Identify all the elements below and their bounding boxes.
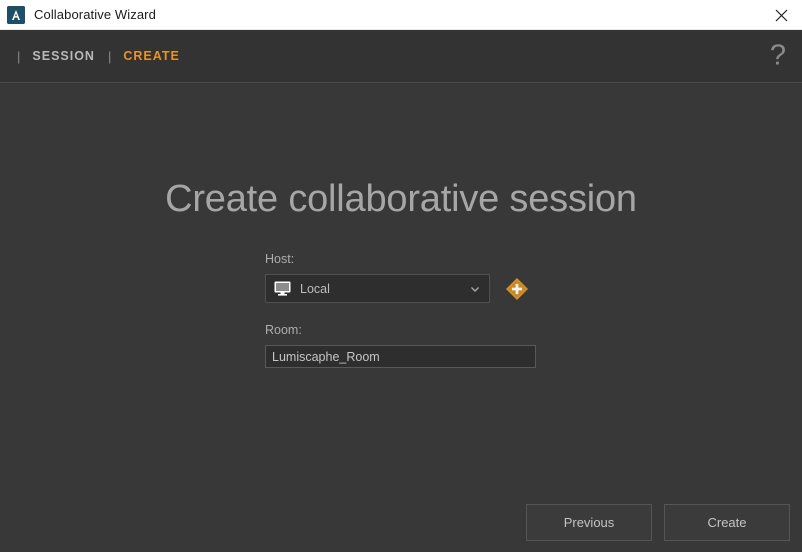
create-session-form: Host: Local Room: Lumiscaphe_Room — [265, 252, 555, 368]
add-host-button[interactable] — [505, 277, 529, 301]
host-field-group: Host: Local — [265, 252, 555, 303]
breadcrumb: | SESSION | CREATE — [0, 49, 180, 64]
footer-actions: Previous Create — [526, 504, 790, 541]
breadcrumb-item-session[interactable]: SESSION — [32, 49, 95, 63]
chevron-down-icon — [469, 283, 481, 295]
page-title: Create collaborative session — [165, 178, 637, 220]
collaborative-wizard-window: Collaborative Wizard | SESSION | CREATE … — [0, 0, 802, 552]
titlebar: Collaborative Wizard — [0, 0, 802, 30]
wizard-header: | SESSION | CREATE ? — [0, 30, 802, 83]
help-icon[interactable]: ? — [770, 41, 786, 71]
application-a-icon — [7, 5, 25, 24]
window-title: Collaborative Wizard — [34, 6, 156, 22]
monitor-icon — [274, 281, 291, 296]
host-dropdown[interactable]: Local — [265, 274, 490, 303]
room-input[interactable] — [265, 345, 536, 368]
breadcrumb-separator-1: | — [17, 48, 21, 64]
breadcrumb-separator-2: | — [107, 48, 112, 64]
host-label: Host: — [265, 252, 295, 266]
close-icon[interactable] — [760, 0, 802, 30]
room-field-group: Room: — [265, 323, 555, 368]
room-label: Room: — [265, 323, 302, 337]
create-button[interactable]: Create — [664, 504, 790, 541]
previous-button[interactable]: Previous — [526, 504, 652, 541]
breadcrumb-item-create[interactable]: CREATE — [123, 49, 179, 63]
host-dropdown-value: Local — [300, 281, 330, 296]
wizard-body: Create collaborative session Host: Local… — [0, 83, 802, 552]
host-row: Local — [265, 274, 555, 303]
